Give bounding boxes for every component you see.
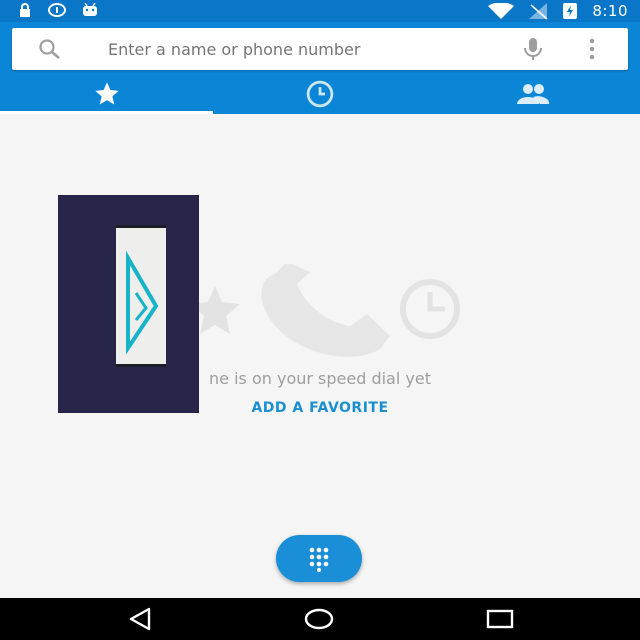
- search-input[interactable]: [108, 36, 498, 62]
- arrow-logo-icon: [126, 250, 159, 355]
- tab-recents[interactable]: [213, 74, 426, 114]
- status-right-icons: 8:10: [488, 0, 628, 22]
- no-signal-icon: [529, 3, 548, 20]
- microphone-icon[interactable]: [522, 37, 544, 61]
- battery-charging-icon: [563, 3, 578, 19]
- search-icon[interactable]: [38, 38, 62, 60]
- overview-button[interactable]: [485, 607, 515, 631]
- tab-bar: [0, 74, 640, 114]
- tab-contacts[interactable]: [426, 74, 640, 114]
- star-icon: [94, 82, 119, 105]
- home-button[interactable]: [304, 607, 334, 631]
- home-icon: [304, 608, 334, 630]
- people-icon: [517, 84, 550, 104]
- search-box[interactable]: [12, 28, 628, 70]
- overlay-image: [58, 195, 199, 413]
- status-left-icons: [18, 3, 98, 17]
- empty-phone-icon: [261, 264, 390, 357]
- back-button[interactable]: [125, 607, 155, 631]
- dialpad-button[interactable]: [276, 535, 362, 582]
- more-options-icon[interactable]: [588, 38, 596, 60]
- dialer-header: [0, 22, 640, 114]
- clock-icon: [306, 80, 333, 108]
- dialpad-icon: [309, 547, 329, 572]
- back-icon: [129, 607, 151, 631]
- android-icon: [83, 3, 97, 16]
- recents-icon: [486, 609, 514, 629]
- overlay-card: [116, 225, 166, 367]
- empty-state-illustration: [190, 264, 460, 357]
- add-favorite-button[interactable]: ADD A FAVORITE: [200, 400, 440, 416]
- info-icon: [48, 3, 66, 17]
- status-bar: 8:10: [0, 0, 640, 22]
- tab-speed-dial[interactable]: [0, 74, 213, 114]
- navigation-bar: [0, 598, 640, 640]
- wifi-icon: [488, 3, 515, 19]
- lock-icon: [20, 3, 30, 17]
- status-time: 8:10: [592, 2, 628, 20]
- speed-dial-content: ne is on your speed dial yet ADD A FAVOR…: [0, 114, 640, 598]
